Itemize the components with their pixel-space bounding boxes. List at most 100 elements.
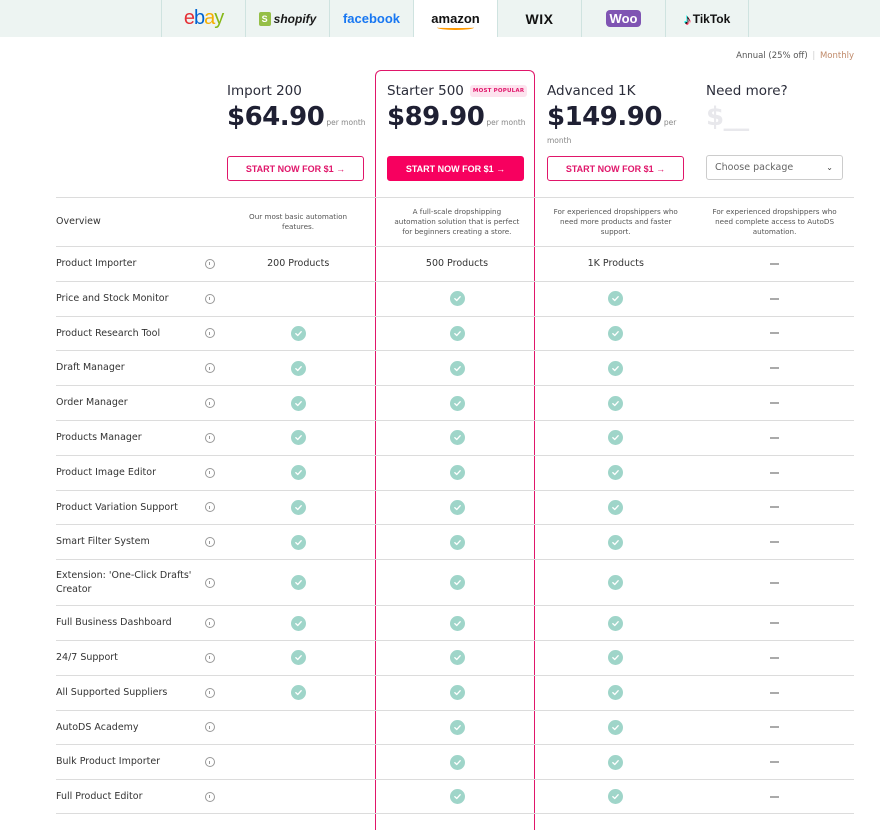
tab-tiktok[interactable]: ♪ TikTok xyxy=(665,0,749,37)
feature-cell xyxy=(378,395,537,411)
info-icon[interactable] xyxy=(204,618,215,629)
feature-row: Products Manager xyxy=(56,419,854,455)
tab-facebook[interactable]: facebook xyxy=(329,0,413,37)
platform-bar: ebay Sshopify facebook amazon WIX Woo ♪ T… xyxy=(0,0,880,37)
feature-cell xyxy=(219,360,378,376)
feature-cell xyxy=(695,622,854,625)
info-icon[interactable] xyxy=(204,328,215,339)
dash-icon xyxy=(770,332,780,335)
most-popular-badge: MOST POPULAR xyxy=(469,85,528,97)
info-icon[interactable] xyxy=(204,258,215,269)
feature-cell: 1K Products xyxy=(587,258,644,270)
tab-woo[interactable]: Woo xyxy=(581,0,665,37)
check-icon xyxy=(608,395,624,411)
info-icon[interactable] xyxy=(204,652,215,663)
dash-icon xyxy=(770,262,780,265)
check-icon xyxy=(290,465,306,481)
plan-description: For experienced dropshippers who need mo… xyxy=(553,207,678,236)
feature-cell xyxy=(536,719,695,735)
plan-starter-500: Starter 500 MOST POPULAR $89.90 per month xyxy=(387,82,537,130)
dash-icon xyxy=(770,506,780,509)
info-icon[interactable] xyxy=(204,722,215,733)
info-icon[interactable] xyxy=(204,757,215,768)
check-icon xyxy=(449,650,465,666)
tab-ebay[interactable]: ebay xyxy=(161,0,245,37)
info-icon[interactable] xyxy=(204,791,215,802)
annual-option[interactable]: Annual (25% off) xyxy=(736,51,808,61)
feature-row: Product Research Tool xyxy=(56,315,854,351)
feature-row: Extension: 'One-Click Drafts' Creator xyxy=(56,559,854,605)
info-icon[interactable] xyxy=(204,577,215,588)
feature-cell xyxy=(219,650,378,666)
info-icon[interactable] xyxy=(204,467,215,478)
feature-cell xyxy=(378,789,537,805)
feature-cell xyxy=(219,465,378,481)
feature-cell xyxy=(695,262,854,265)
check-icon xyxy=(449,754,465,770)
feature-label: Full Product Editor xyxy=(56,790,143,802)
feature-cell xyxy=(219,430,378,446)
feature-label: Price and Stock Monitor xyxy=(56,292,169,304)
check-icon xyxy=(449,685,465,701)
start-now-import-200-button[interactable]: START NOW FOR $1 → xyxy=(227,156,364,181)
feature-row: Product Variation Support xyxy=(56,489,854,525)
plan-price: $64.90 xyxy=(227,102,325,132)
check-icon xyxy=(608,325,624,341)
feature-cell xyxy=(536,360,695,376)
check-icon xyxy=(449,291,465,307)
feature-row: Product Importer 200 Products 500 Products… xyxy=(56,246,854,281)
feature-cell xyxy=(219,395,378,411)
info-icon[interactable] xyxy=(204,293,215,304)
feature-cell xyxy=(378,754,537,770)
feature-cell xyxy=(536,395,695,411)
info-icon[interactable] xyxy=(204,687,215,698)
feature-cell xyxy=(378,534,537,550)
feature-row: Bulk Product Importer xyxy=(56,744,854,779)
tab-shopify[interactable]: Sshopify xyxy=(245,0,329,37)
tab-wix[interactable]: WIX xyxy=(497,0,581,37)
feature-row: All Supported Suppliers xyxy=(56,674,854,710)
start-now-starter-500-button[interactable]: START NOW FOR $1 → xyxy=(387,156,524,181)
monthly-option[interactable]: Monthly xyxy=(820,51,854,61)
ebay-logo: ebay xyxy=(183,7,224,29)
plan-name: Import 200 xyxy=(227,83,302,99)
feature-label: Full Business Dashboard xyxy=(56,617,172,629)
tiktok-note-icon: ♪ xyxy=(683,10,691,27)
start-now-advanced-1k-button[interactable]: START NOW FOR $1 → xyxy=(547,156,684,181)
choose-package-select[interactable]: Choose package ⌄ xyxy=(706,155,843,180)
feature-cell xyxy=(378,615,537,631)
feature-comparison-table: Overview Our most basic automation featu… xyxy=(56,197,854,814)
check-icon xyxy=(290,685,306,701)
tab-amazon[interactable]: amazon xyxy=(413,0,497,37)
feature-cell xyxy=(695,506,854,509)
dash-icon xyxy=(770,436,780,439)
price-period: per month xyxy=(486,118,526,127)
plan-import-200: Import 200 $64.90 per month xyxy=(227,82,377,130)
check-icon xyxy=(290,650,306,666)
feature-label: All Supported Suppliers xyxy=(56,686,168,698)
feature-label: Order Manager xyxy=(56,397,128,409)
plan-description: For experienced dropshippers who need co… xyxy=(712,207,837,236)
plan-name: Need more? xyxy=(706,83,788,99)
feature-cell xyxy=(695,691,854,694)
feature-cell xyxy=(219,615,378,631)
feature-cell xyxy=(378,360,537,376)
feature-row: Price and Stock Monitor xyxy=(56,280,854,316)
wix-logo: WIX xyxy=(525,10,554,27)
dash-icon xyxy=(770,402,780,405)
info-icon[interactable] xyxy=(204,398,215,409)
feature-cell xyxy=(695,726,854,729)
check-icon xyxy=(449,430,465,446)
feature-cell xyxy=(695,367,854,370)
feature-cell xyxy=(695,402,854,405)
info-icon[interactable] xyxy=(204,502,215,513)
info-icon[interactable] xyxy=(204,363,215,374)
check-icon xyxy=(449,789,465,805)
feature-cell: 500 Products xyxy=(425,258,489,270)
info-icon[interactable] xyxy=(204,537,215,548)
feature-label: Product Research Tool xyxy=(56,327,161,339)
dash-icon xyxy=(770,622,780,625)
info-icon[interactable] xyxy=(204,432,215,443)
check-icon xyxy=(608,575,624,591)
platform-tabs: ebay Sshopify facebook amazon WIX Woo ♪ T… xyxy=(161,0,749,37)
